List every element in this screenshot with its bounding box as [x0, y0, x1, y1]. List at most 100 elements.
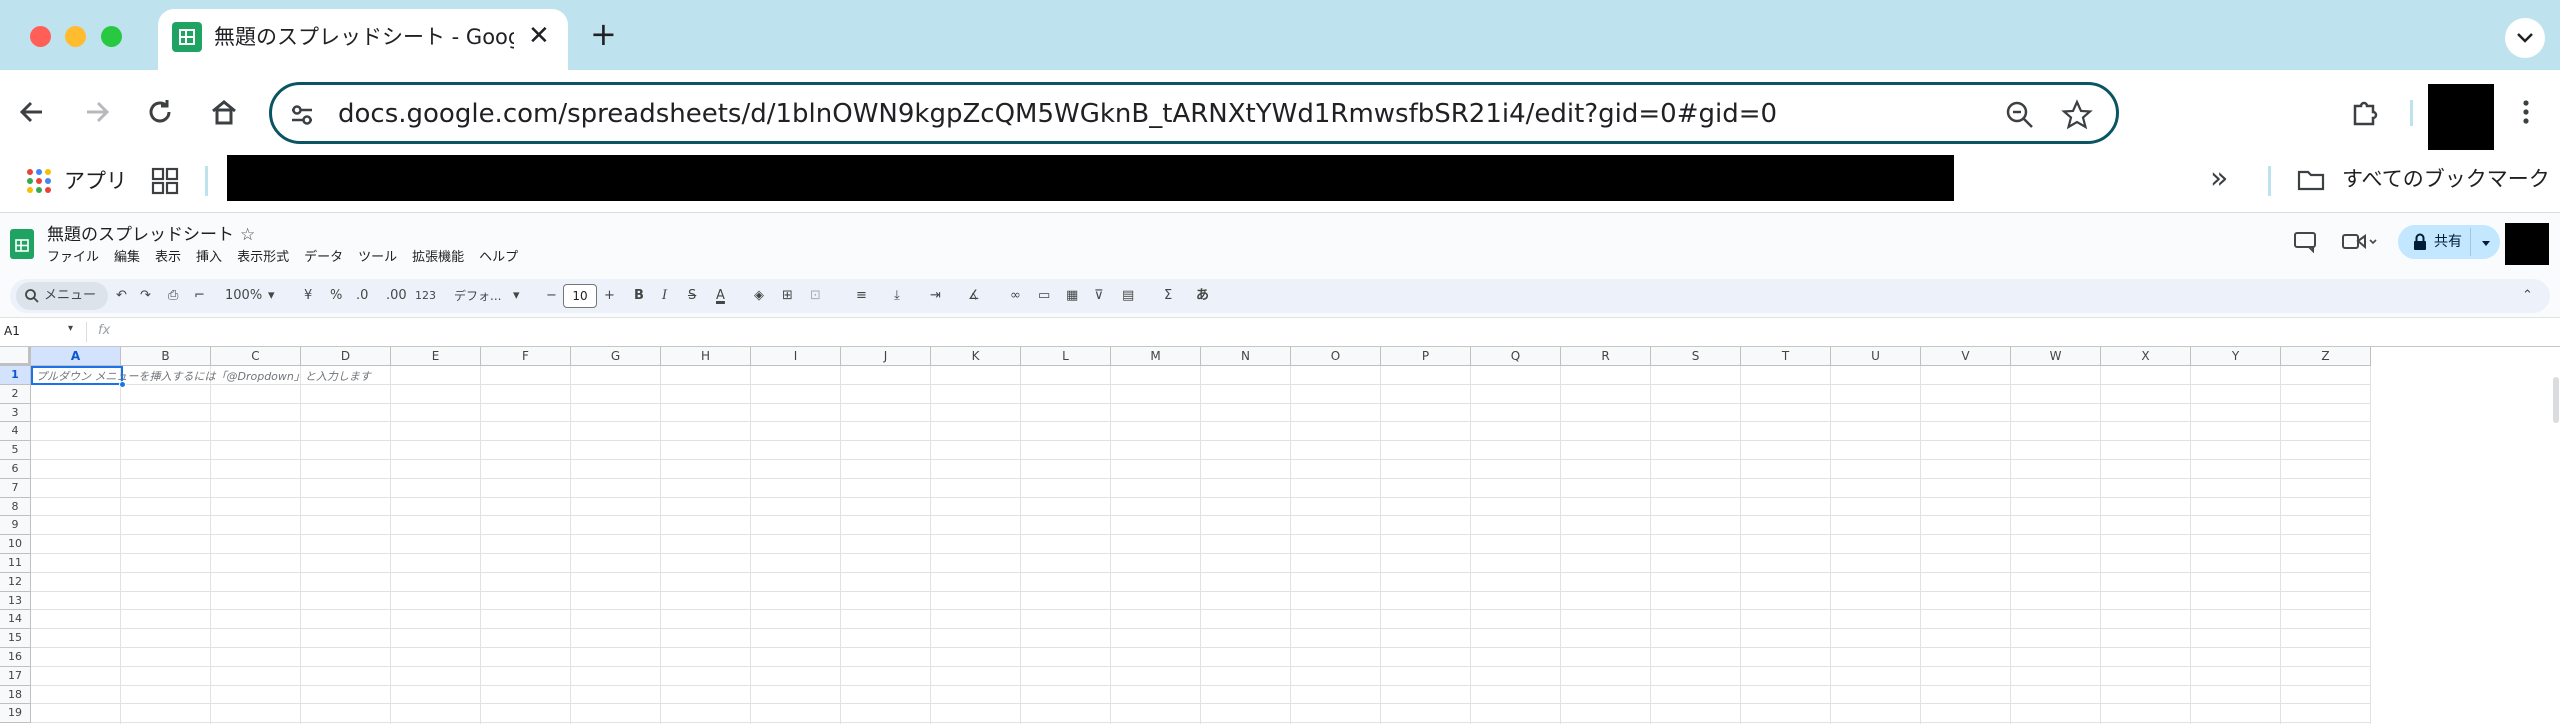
column-header-y[interactable]: Y [2191, 347, 2281, 366]
text-color-button[interactable]: A [716, 286, 725, 306]
name-box[interactable]: A1 [4, 324, 20, 338]
row-header-15[interactable]: 15 [0, 629, 31, 648]
currency-format-button[interactable]: ¥ [304, 286, 312, 306]
tab-close-icon[interactable]: ✕ [528, 21, 550, 51]
new-tab-button[interactable]: + [590, 16, 617, 52]
active-cell-a1[interactable] [31, 366, 123, 385]
home-button[interactable] [204, 92, 244, 132]
all-bookmarks-button[interactable]: すべてのブックマーク [2296, 162, 2550, 198]
row-header-5[interactable]: 5 [0, 441, 31, 460]
percent-format-button[interactable]: % [330, 286, 342, 306]
horizontal-align-icon[interactable]: ≡ [856, 286, 867, 306]
zoom-out-icon[interactable] [2002, 97, 2038, 133]
vertical-scrollbar[interactable] [2553, 377, 2559, 423]
merge-cells-icon[interactable]: ⊡ [810, 286, 821, 306]
row-header-3[interactable]: 3 [0, 403, 31, 423]
row-header-8[interactable]: 8 [0, 497, 31, 517]
column-header-q[interactable]: Q [1471, 347, 1561, 366]
column-header-j[interactable]: J [841, 347, 931, 366]
column-header-s[interactable]: S [1651, 347, 1741, 366]
column-header-b[interactable]: B [121, 347, 211, 366]
sheets-logo-icon[interactable] [10, 229, 34, 259]
increase-decimal-button[interactable]: .00 [386, 286, 407, 306]
bookmarks-overflow-button[interactable]: » [2210, 162, 2228, 196]
decrease-decimal-button[interactable]: .0 [356, 286, 368, 306]
meet-icon[interactable] [2340, 231, 2380, 253]
column-header-v[interactable]: V [1921, 347, 2011, 366]
row-header-7[interactable]: 7 [0, 478, 31, 498]
column-header-t[interactable]: T [1741, 347, 1831, 366]
font-size-decrease-button[interactable]: − [546, 286, 557, 306]
row-header-10[interactable]: 10 [0, 535, 31, 554]
tab-groups-icon[interactable] [150, 166, 180, 196]
site-settings-icon[interactable] [284, 97, 320, 133]
column-header-o[interactable]: O [1291, 347, 1381, 366]
filter-icon[interactable]: ⊽ [1094, 286, 1104, 306]
row-header-17[interactable]: 17 [0, 666, 31, 686]
row-header-12[interactable]: 12 [0, 572, 31, 592]
formula-input[interactable] [120, 320, 2550, 344]
browser-menu-button[interactable] [2506, 92, 2546, 132]
bookmark-star-icon[interactable] [2059, 97, 2095, 133]
italic-button[interactable]: I [662, 286, 667, 306]
column-header-k[interactable]: K [931, 347, 1021, 366]
column-header-g[interactable]: G [571, 347, 661, 366]
reload-button[interactable] [140, 92, 180, 132]
text-rotation-icon[interactable]: ∡ [968, 286, 980, 306]
back-button[interactable] [12, 92, 52, 132]
column-header-m[interactable]: M [1111, 347, 1201, 366]
row-header-13[interactable]: 13 [0, 591, 31, 611]
column-header-a[interactable]: A [31, 347, 121, 366]
menu-search[interactable]: メニュー [16, 282, 108, 310]
comments-icon[interactable] [2292, 231, 2318, 254]
column-header-x[interactable]: X [2101, 347, 2191, 366]
insert-link-icon[interactable]: ∞ [1010, 286, 1021, 306]
print-icon[interactable]: ⎙ [168, 286, 178, 306]
column-header-c[interactable]: C [211, 347, 301, 366]
close-window-button[interactable] [30, 26, 51, 47]
strikethrough-button[interactable]: S [688, 286, 696, 306]
row-header-6[interactable]: 6 [0, 460, 31, 479]
minimize-window-button[interactable] [65, 26, 86, 47]
fill-handle[interactable] [119, 381, 126, 388]
menu-file[interactable]: ファイル [47, 249, 99, 267]
account-avatar-redacted[interactable] [2505, 223, 2549, 265]
input-tools-button[interactable]: あ [1196, 286, 1209, 306]
column-header-i[interactable]: I [751, 347, 841, 366]
menu-format[interactable]: 表示形式 [237, 249, 289, 267]
row-header-14[interactable]: 14 [0, 610, 31, 630]
column-header-z[interactable]: Z [2281, 347, 2371, 366]
column-header-l[interactable]: L [1021, 347, 1111, 366]
menu-data[interactable]: データ [304, 249, 343, 267]
bold-button[interactable]: B [634, 286, 644, 306]
row-header-11[interactable]: 11 [0, 554, 31, 573]
column-header-h[interactable]: H [661, 347, 751, 366]
functions-button[interactable]: Σ [1164, 286, 1172, 306]
borders-icon[interactable]: ⊞ [782, 286, 793, 306]
menu-view[interactable]: 表示 [155, 249, 181, 267]
number-format-button[interactable]: 123 [415, 286, 436, 306]
forward-button[interactable] [77, 92, 117, 132]
tab-search-button[interactable] [2505, 18, 2545, 58]
column-header-u[interactable]: U [1831, 347, 1921, 366]
name-box-caret-icon[interactable]: ▾ [68, 323, 73, 334]
redo-icon[interactable]: ↷ [140, 286, 151, 306]
paint-format-icon[interactable]: ⌐ [194, 286, 205, 306]
row-header-18[interactable]: 18 [0, 685, 31, 705]
row-header-19[interactable]: 19 [0, 704, 31, 724]
maximize-window-button[interactable] [101, 26, 122, 47]
row-header-9[interactable]: 9 [0, 516, 31, 536]
column-header-e[interactable]: E [391, 347, 481, 366]
font-size-input[interactable]: 10 [563, 284, 597, 308]
share-button[interactable]: 共有 [2398, 225, 2500, 259]
insert-chart-icon[interactable]: ▦ [1066, 286, 1078, 306]
row-header-2[interactable]: 2 [0, 384, 31, 404]
fill-color-icon[interactable]: ◈ [754, 286, 764, 306]
insert-comment-icon[interactable]: ▭ [1038, 286, 1050, 306]
select-all-corner[interactable] [0, 347, 31, 366]
menu-tools[interactable]: ツール [358, 249, 397, 267]
menu-edit[interactable]: 編集 [114, 249, 140, 267]
filter-views-icon[interactable]: ▤ [1122, 286, 1134, 306]
extensions-button[interactable] [2345, 92, 2385, 132]
collapse-toolbar-icon[interactable]: ⌃ [2522, 286, 2533, 306]
